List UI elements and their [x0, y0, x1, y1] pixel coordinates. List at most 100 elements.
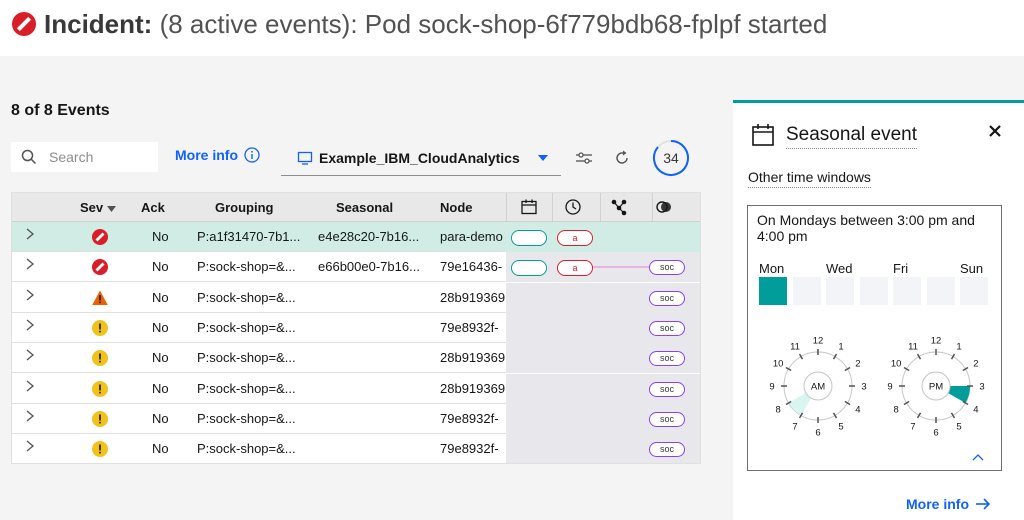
panel-more-info-label: More info	[906, 496, 969, 512]
clock-hour-label: 3	[979, 382, 984, 393]
ack-cell: No	[152, 289, 169, 305]
grouping-cell: P:sock-shop=&...	[197, 350, 296, 366]
calendar-icon[interactable]	[520, 198, 538, 216]
other-time-windows-link[interactable]: Other time windows	[748, 169, 871, 188]
chevron-right-icon[interactable]	[24, 319, 36, 331]
seasonal-cell	[318, 434, 433, 463]
seasonal-pill[interactable]	[511, 260, 547, 277]
refresh-icon[interactable]	[612, 148, 632, 168]
table-row[interactable]: No P:sock-shop=&... 28b919369 soc	[12, 373, 700, 404]
datasource-dropdown[interactable]: Example_IBM_CloudAnalytics	[281, 140, 561, 176]
scope-group-pill[interactable]: soc	[649, 411, 685, 427]
table-row[interactable]: No P:sock-shop=&... e66b00e0-7b16... 79e164…	[12, 252, 700, 283]
header-grouping[interactable]: Grouping	[215, 193, 274, 222]
scope-group-pill[interactable]: soc	[649, 290, 685, 306]
page-title: Incident: (8 active events): Pod sock-sh…	[44, 9, 828, 39]
table-row[interactable]: No P:a1f31470-7b1... e4e28c20-7b16... para-…	[12, 222, 700, 252]
table-row[interactable]: No P:sock-shop=&... 79e8932f-soc	[12, 434, 700, 463]
chevron-right-icon[interactable]	[24, 258, 36, 270]
table-row[interactable]: No P:sock-shop=&... 28b919369 soc	[12, 343, 700, 374]
seasonal-cell	[318, 374, 433, 404]
node-cell: 79e8932f-	[440, 441, 499, 457]
minor-alert-icon	[92, 441, 108, 458]
search-input[interactable]	[47, 148, 151, 166]
clock-hour-label: 4	[973, 405, 978, 416]
clock-hour-label: 12	[813, 336, 824, 347]
arrow-right-icon	[976, 498, 991, 510]
auto-refresh-counter[interactable]: 34	[652, 139, 690, 177]
clock-hour-label: 1	[838, 342, 843, 353]
seasonal-cell: e4e28c20-7b16...	[318, 229, 420, 244]
grouping-cell: P:sock-shop=&...	[197, 410, 296, 426]
scope-group-pill[interactable]: soc	[649, 351, 685, 367]
grouping-cell: P:sock-shop=&...	[197, 380, 296, 396]
chevron-right-icon[interactable]	[24, 228, 36, 240]
correlation-icon[interactable]	[655, 198, 673, 216]
clock-hour-label: 3	[861, 382, 866, 393]
scope-group-pill[interactable]: soc	[649, 320, 685, 336]
clock-hour-label: 5	[838, 421, 843, 432]
topology-icon[interactable]	[610, 198, 628, 216]
clock-period-label: PM	[929, 382, 943, 393]
clock-hour-label: 4	[855, 405, 860, 416]
calendar-icon	[752, 124, 774, 146]
scope-group-pill[interactable]: soc	[649, 381, 685, 397]
header-divider	[600, 193, 601, 222]
node-cell: 79e16436-	[440, 259, 503, 275]
header-node[interactable]: Node	[440, 193, 473, 222]
chevron-up-icon[interactable]	[971, 450, 985, 464]
close-icon[interactable]	[985, 121, 1005, 141]
clock-hour-label: 8	[894, 405, 899, 416]
header-divider	[652, 193, 653, 222]
search-box[interactable]	[11, 142, 158, 172]
panel-title: Seasonal event	[786, 124, 917, 149]
scope-group-pill[interactable]: soc	[649, 442, 685, 458]
critical-icon	[12, 12, 36, 36]
panel-more-info-link[interactable]: More info	[906, 496, 991, 512]
table-row[interactable]: No P:sock-shop=&... 79e8932f-soc	[12, 312, 700, 343]
time-window-card: On Mondays between 3:00 pm and 4:00 pm M…	[747, 205, 1002, 471]
table-header: Sev Ack Grouping Seasonal Node	[12, 193, 700, 222]
seasonal-pill[interactable]	[511, 230, 547, 246]
node-cell: 28b919369	[440, 350, 505, 366]
incident-header: Incident: (8 active events): Pod sock-sh…	[0, 0, 1024, 56]
temporal-group-pill[interactable]: a	[557, 230, 593, 246]
monitor-icon	[297, 151, 313, 165]
clock-hour-label: 8	[776, 405, 781, 416]
chevron-right-icon[interactable]	[24, 349, 36, 361]
minor-alert-icon	[92, 410, 108, 427]
header-sev[interactable]: Sev	[80, 193, 116, 222]
day-cell	[926, 277, 955, 305]
clock-hour-label: 11	[908, 342, 918, 353]
ack-cell: No	[152, 229, 169, 244]
seasonal-cell	[318, 343, 433, 373]
table-row[interactable]: No P:sock-shop=&... 79e8932f-soc	[12, 403, 700, 434]
chevron-right-icon[interactable]	[24, 380, 36, 392]
day-label: Fri	[893, 261, 909, 276]
seasonal-cell	[318, 313, 433, 343]
info-icon	[244, 147, 260, 163]
temporal-group-pill[interactable]: a	[557, 260, 593, 277]
pm-clock: 121234567891011PM	[887, 336, 984, 439]
scope-group-pill[interactable]: soc	[649, 260, 685, 276]
grouping-cell: P:sock-shop=&...	[197, 289, 296, 305]
settings-adjust-icon[interactable]	[574, 148, 594, 168]
header-seasonal[interactable]: Seasonal	[336, 193, 393, 222]
chevron-right-icon[interactable]	[24, 440, 36, 452]
clock-hour-label: 1	[956, 342, 961, 353]
minor-alert-icon	[92, 319, 108, 336]
table-row[interactable]: No P:sock-shop=&... 28b919369 soc	[12, 282, 700, 313]
clock-icon[interactable]	[564, 198, 582, 216]
events-table: Sev Ack Grouping Seasonal Node No P:a1f3…	[11, 192, 701, 464]
clock-hour-label: 7	[910, 421, 915, 432]
day-label: Mon	[759, 261, 785, 276]
clock-hour-label: 12	[931, 336, 942, 347]
header-ack[interactable]: Ack	[141, 193, 165, 222]
chevron-right-icon[interactable]	[24, 410, 36, 422]
sort-down-icon	[106, 206, 116, 212]
ack-cell: No	[152, 380, 169, 396]
chevron-right-icon[interactable]	[24, 289, 36, 301]
node-cell: 79e8932f-	[440, 410, 499, 426]
node-cell: 79e8932f-	[440, 319, 499, 335]
more-info-link[interactable]: More info	[175, 147, 260, 163]
